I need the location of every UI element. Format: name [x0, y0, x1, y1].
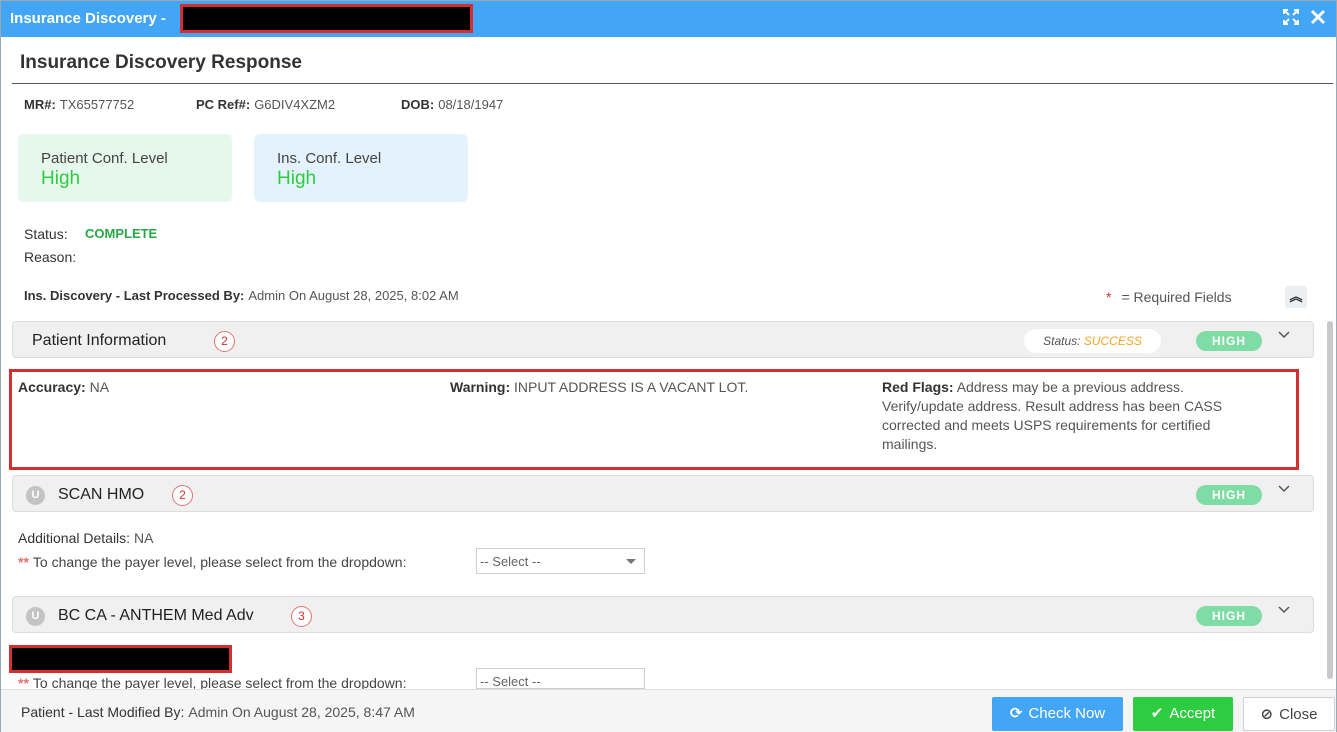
processed-label: Ins. Discovery - Last Processed By:	[24, 288, 245, 303]
dob-label: DOB:	[401, 97, 435, 112]
redacted-field	[9, 645, 232, 673]
modified-label: Patient - Last Modified By:	[21, 704, 185, 720]
scrollbar-thumb[interactable]	[1327, 321, 1333, 679]
ins-conf-label: Ins. Conf. Level	[277, 150, 382, 167]
refresh-icon: ⟳	[1009, 705, 1023, 722]
mr-value: TX65577752	[59, 97, 135, 112]
chevron-down-icon[interactable]	[1277, 328, 1291, 345]
dob: DOB: 08/18/1947	[401, 97, 503, 112]
select-value: -- Select --	[480, 554, 541, 569]
last-processed: Ins. Discovery - Last Processed By: Admin…	[24, 288, 459, 303]
patient-conf-value: High	[41, 168, 81, 189]
pcref-label: PC Ref#:	[196, 97, 251, 112]
status-pill-label: Status:	[1043, 334, 1081, 348]
check-now-label: Check Now	[1028, 705, 1106, 722]
required-fields-note: * = Required Fields	[1106, 289, 1232, 305]
window-title: Insurance Discovery -	[10, 10, 166, 27]
processed-value: Admin On August 28, 2025, 8:02 AM	[248, 288, 459, 303]
address-alert-box: Accuracy: NA Warning: INPUT ADDRESS IS A…	[9, 369, 1299, 470]
warning-value: INPUT ADDRESS IS A VACANT LOT.	[514, 379, 749, 395]
status-value: COMPLETE	[85, 226, 158, 241]
warning-label: Warning:	[450, 379, 511, 395]
check-now-button[interactable]: ⟳ Check Now	[992, 697, 1123, 731]
double-chevron-up-icon: ︽	[1289, 289, 1303, 304]
expand-arrows-icon[interactable]	[1282, 9, 1300, 27]
red-flags-field: Red Flags: Address may be a previous add…	[882, 378, 1267, 454]
collapse-all-button[interactable]: ︽	[1285, 286, 1307, 308]
dob-value: 08/18/1947	[438, 97, 504, 112]
payer-level-instruction: ** To change the payer level, please sele…	[18, 554, 406, 570]
status-label: Status:	[24, 226, 68, 242]
additional-details: Additional Details: NA	[18, 530, 153, 546]
header-divider	[12, 83, 1333, 84]
count-badge: 2	[214, 331, 235, 352]
ban-icon: ⊘	[1260, 706, 1274, 723]
patient-conf-label: Patient Conf. Level	[41, 150, 168, 167]
chevron-down-icon[interactable]	[1277, 482, 1291, 499]
close-x-icon[interactable]	[1309, 9, 1327, 27]
select-value: -- Select --	[480, 674, 541, 689]
status-pill-value: SUCCESS	[1083, 334, 1142, 348]
redflags-label: Red Flags:	[882, 379, 954, 395]
required-text: = Required Fields	[1121, 289, 1232, 305]
redacted-patient-name	[180, 4, 473, 33]
title-bar: Insurance Discovery -	[1, 1, 1336, 37]
payer-level-select[interactable]: -- Select --	[476, 548, 645, 574]
accuracy-value: NA	[89, 379, 110, 395]
count-badge: 2	[172, 485, 193, 506]
status-pill: Status: SUCCESS	[1024, 329, 1161, 353]
section-title: Patient Information	[32, 332, 167, 349]
level-badge: HIGH	[1196, 331, 1262, 351]
check-circle-icon: ✔	[1150, 705, 1164, 722]
level-badge: HIGH	[1196, 606, 1262, 626]
section-bc-ca-anthem[interactable]: U BC CA - ANTHEM Med Adv 3 HIGH	[12, 596, 1314, 633]
reason-label: Reason:	[24, 249, 77, 265]
insurance-discovery-dialog: Insurance Discovery - Insurance Discover…	[0, 0, 1337, 732]
u-badge: U	[26, 607, 45, 626]
accept-label: Accept	[1169, 705, 1216, 722]
chevron-down-icon[interactable]	[1277, 603, 1291, 620]
page-title: Insurance Discovery Response	[20, 52, 302, 73]
required-star: *	[1106, 289, 1112, 305]
pc-ref-number: PC Ref#: G6DIV4XZM2	[196, 97, 335, 112]
warning-field: Warning: INPUT ADDRESS IS A VACANT LOT.	[450, 378, 870, 397]
accuracy-field: Accuracy: NA	[18, 378, 438, 397]
insurance-confidence-card: Ins. Conf. Level High	[254, 134, 468, 202]
accuracy-label: Accuracy:	[18, 379, 86, 395]
section-patient-information[interactable]: Patient Information 2 Status: SUCCESS HI…	[12, 321, 1314, 358]
mr-label: MR#:	[24, 97, 56, 112]
mr-number: MR#: TX65577752	[24, 97, 134, 112]
payer-text: To change the payer level, please select…	[32, 675, 407, 689]
last-modified: Patient - Last Modified By: Admin On Augu…	[21, 704, 415, 720]
details-value: NA	[133, 530, 154, 546]
ins-conf-value: High	[277, 168, 317, 189]
payer-stars: **	[18, 675, 29, 689]
close-button[interactable]: ⊘ Close	[1243, 697, 1335, 731]
accept-button[interactable]: ✔ Accept	[1133, 697, 1233, 731]
level-badge: HIGH	[1196, 485, 1262, 505]
section-scan-hmo[interactable]: U SCAN HMO 2 HIGH	[12, 475, 1314, 512]
patient-confidence-card: Patient Conf. Level High	[18, 134, 232, 202]
close-label: Close	[1279, 706, 1318, 723]
pcref-value: G6DIV4XZM2	[254, 97, 336, 112]
modified-value: Admin On August 28, 2025, 8:47 AM	[188, 704, 415, 720]
payer-level-select-clipped[interactable]: -- Select --	[476, 668, 645, 689]
section-title: BC CA - ANTHEM Med Adv	[58, 607, 254, 624]
count-badge: 3	[291, 606, 312, 627]
dropdown-caret-icon	[626, 559, 636, 564]
payer-stars: **	[18, 554, 29, 570]
u-badge: U	[26, 486, 45, 505]
details-label: Additional Details:	[18, 530, 131, 546]
section-title: SCAN HMO	[58, 486, 145, 503]
payer-text: To change the payer level, please select…	[32, 554, 407, 570]
dialog-footer: Patient - Last Modified By: Admin On Augu…	[1, 689, 1336, 732]
